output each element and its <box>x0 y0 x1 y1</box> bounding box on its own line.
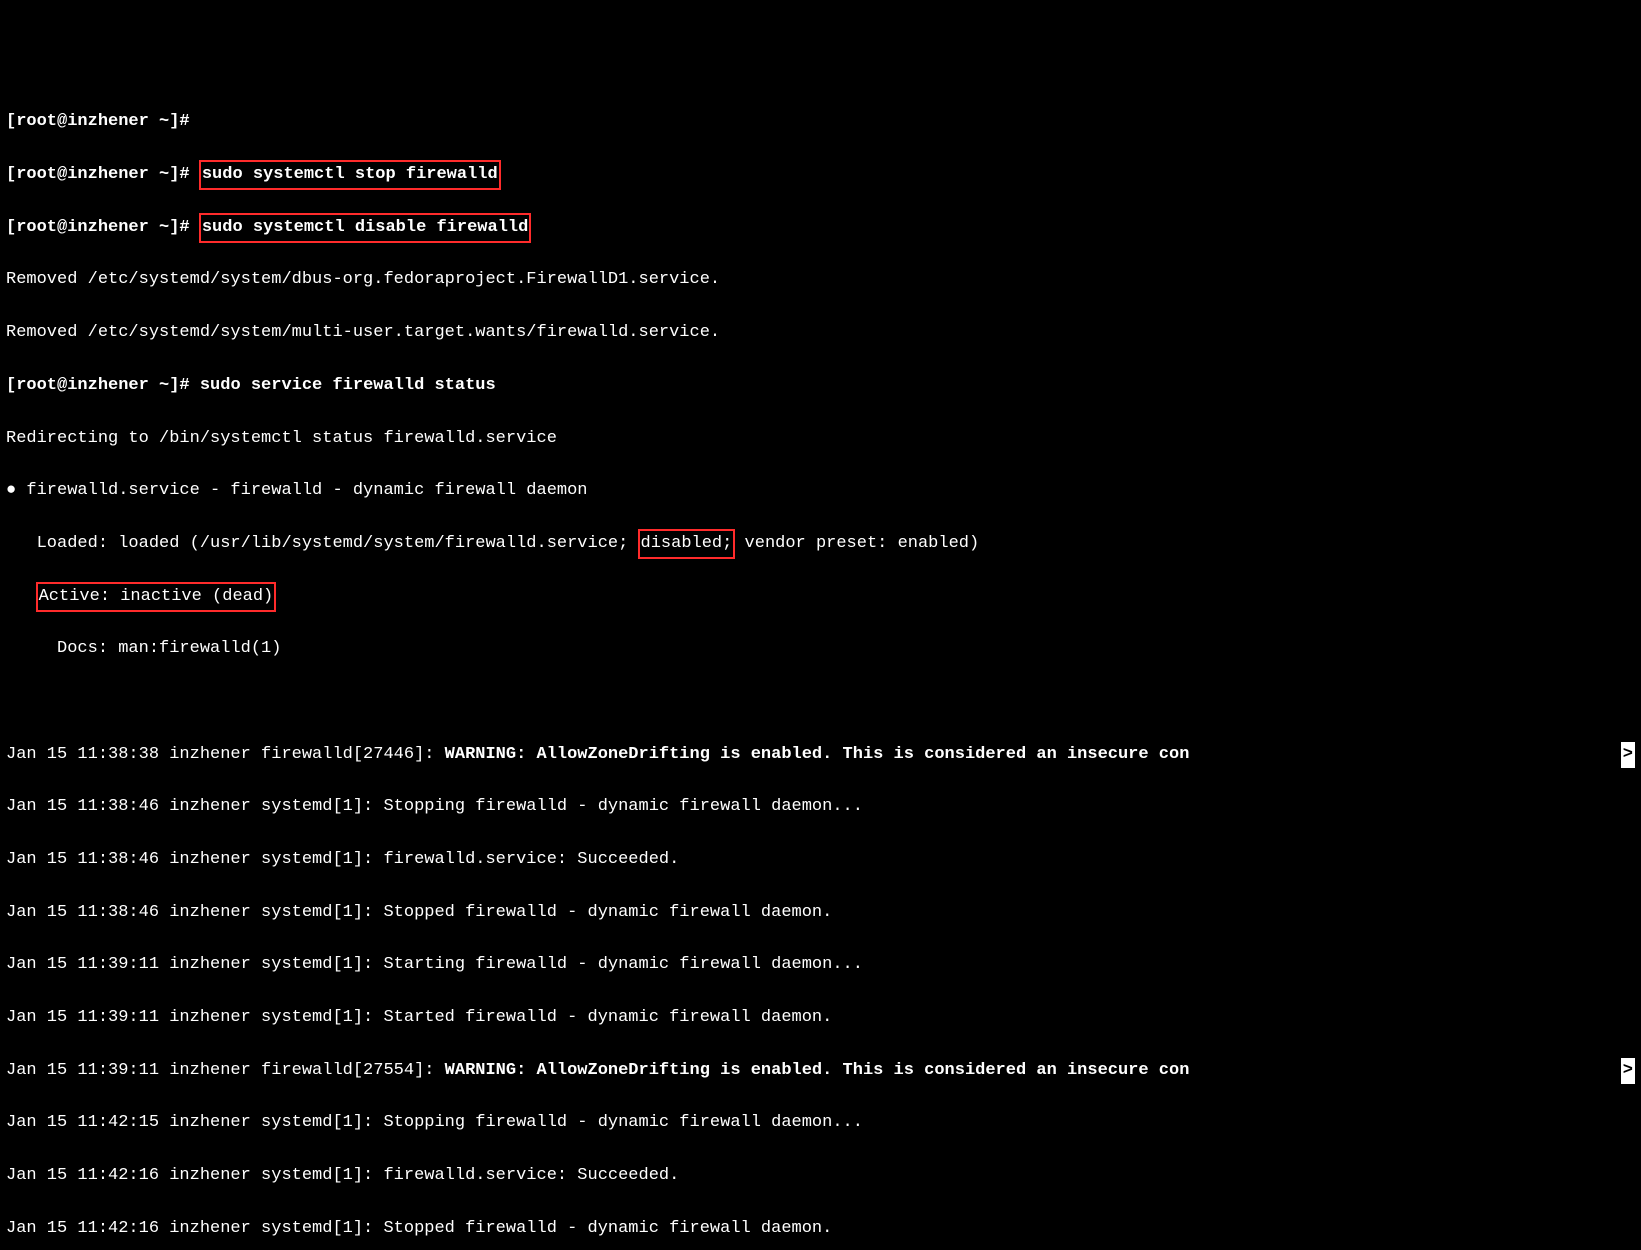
log-line: Jan 15 11:38:46 inzhener systemd[1]: Sto… <box>6 794 1635 820</box>
log-line: Jan 15 11:38:38 inzhener firewalld[27446… <box>6 742 1635 768</box>
log-line: Jan 15 11:42:16 inzhener systemd[1]: Sto… <box>6 1216 1635 1242</box>
truncate-indicator: > <box>1621 742 1635 768</box>
terminal-line: [root@inzhener ~]# sudo systemctl stop f… <box>6 162 1635 188</box>
service-header: ● firewalld.service - firewalld - dynami… <box>6 478 1635 504</box>
log-line: Jan 15 11:38:46 inzhener systemd[1]: Sto… <box>6 900 1635 926</box>
log-line: Jan 15 11:39:11 inzhener systemd[1]: Sta… <box>6 952 1635 978</box>
terminal-line: [root@inzhener ~]# sudo systemctl disabl… <box>6 215 1635 241</box>
highlighted-command: sudo systemctl disable firewalld <box>199 213 531 243</box>
terminal-output: Redirecting to /bin/systemctl status fir… <box>6 426 1635 452</box>
log-prefix: Jan 15 11:39:11 inzhener firewalld[27554… <box>6 1061 445 1080</box>
command: sudo service firewalld status <box>200 376 496 395</box>
docs-line: Docs: man:firewalld(1) <box>6 636 1635 662</box>
log-line: Jan 15 11:38:46 inzhener systemd[1]: fir… <box>6 847 1635 873</box>
loaded-line: Loaded: loaded (/usr/lib/systemd/system/… <box>6 531 1635 557</box>
terminal-output: Removed /etc/systemd/system/multi-user.t… <box>6 320 1635 346</box>
highlighted-disabled: disabled; <box>638 529 736 559</box>
active-line: Active: inactive (dead) <box>6 584 1635 610</box>
blank-line <box>6 689 1635 715</box>
truncate-indicator: > <box>1621 1058 1635 1084</box>
log-warning: WARNING: AllowZoneDrifting is enabled. T… <box>445 745 1190 764</box>
log-line: Jan 15 11:42:16 inzhener systemd[1]: fir… <box>6 1163 1635 1189</box>
highlighted-active: Active: inactive (dead) <box>36 582 277 612</box>
highlighted-command: sudo systemctl stop firewalld <box>199 160 501 190</box>
terminal-output: Removed /etc/systemd/system/dbus-org.fed… <box>6 267 1635 293</box>
prompt: [root@inzhener ~]# <box>6 165 200 184</box>
loaded-pre: Loaded: loaded (/usr/lib/systemd/system/… <box>6 534 639 553</box>
terminal-line: [root@inzhener ~]# <box>6 109 1635 135</box>
log-prefix: Jan 15 11:38:38 inzhener firewalld[27446… <box>6 745 445 764</box>
prompt: [root@inzhener ~]# <box>6 218 200 237</box>
log-line: Jan 15 11:39:11 inzhener firewalld[27554… <box>6 1058 1635 1084</box>
log-line: Jan 15 11:42:15 inzhener systemd[1]: Sto… <box>6 1110 1635 1136</box>
terminal-line: [root@inzhener ~]# sudo service firewall… <box>6 373 1635 399</box>
terminal-window[interactable]: { "prompt_empty": "[root@inzhener ~]# ",… <box>0 0 1641 1250</box>
prompt: [root@inzhener ~]# <box>6 376 200 395</box>
log-line: Jan 15 11:39:11 inzhener systemd[1]: Sta… <box>6 1005 1635 1031</box>
log-warning: WARNING: AllowZoneDrifting is enabled. T… <box>445 1061 1190 1080</box>
loaded-post: vendor preset: enabled) <box>734 534 979 553</box>
prompt: [root@inzhener ~]# <box>6 112 200 131</box>
active-pre <box>6 587 37 606</box>
